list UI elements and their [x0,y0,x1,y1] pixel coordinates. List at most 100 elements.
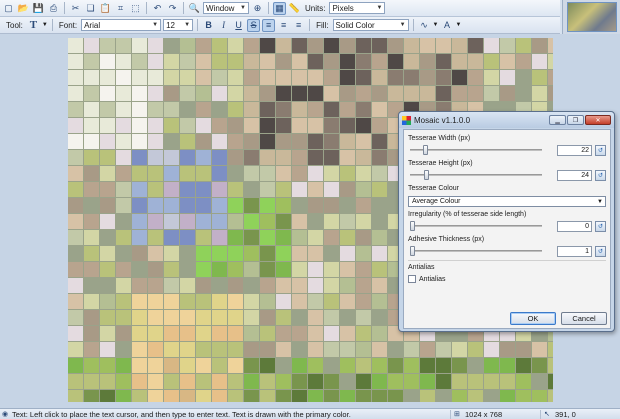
image-thumbnail[interactable] [567,2,617,32]
zoom-select[interactable]: Window ▼ [203,2,249,14]
mosaic-tile [452,54,467,69]
mosaic-tile [180,118,195,133]
mosaic-tile [372,134,387,149]
mosaic-tile [292,214,307,229]
mosaic-tile [260,54,275,69]
tesserae-height-slider[interactable] [410,170,542,180]
mosaic-tile [68,54,83,69]
mosaic-tile [84,310,99,325]
reset-icon[interactable]: ↺ [595,144,606,156]
mosaic-tile [68,86,83,101]
mosaic-tile [276,374,291,389]
close-button[interactable]: ✕ [585,115,611,125]
mosaic-tile [116,310,131,325]
bold-button[interactable]: B [202,19,215,32]
mosaic-tile [404,342,419,357]
chevron-down-icon[interactable]: ▼ [456,22,462,28]
cancel-button[interactable]: Cancel [561,312,607,325]
mosaic-tile [276,134,291,149]
zoom-icon[interactable]: 🔍 [188,2,201,15]
mosaic-tile [116,294,131,309]
chevron-down-icon[interactable]: ▼ [42,22,48,28]
antialias-checkbox[interactable] [408,275,416,283]
mosaic-tile [260,230,275,245]
mosaic-tile [84,38,99,53]
status-message: Text: Left click to place the text curso… [12,409,351,419]
tesserae-width-slider[interactable] [410,145,542,155]
restore-button[interactable]: ❐ [567,115,584,125]
irregularity-input[interactable]: 0 [557,220,592,232]
mosaic-tile [260,102,275,117]
cut-icon[interactable]: ✂ [69,2,82,15]
zoom-in-icon[interactable]: ⊕ [251,2,264,15]
mosaic-tile [276,246,291,261]
mosaic-tile [116,342,131,357]
tesserae-colour-select[interactable]: Average Colour ▼ [408,196,606,207]
mosaic-tile [100,374,115,389]
mosaic-tile [308,230,323,245]
mosaic-tile [260,358,275,373]
slider-thumb[interactable] [410,246,415,256]
font-size-select[interactable]: 12 ▼ [163,19,194,31]
blend-mode-icon[interactable]: A [441,19,454,32]
mosaic-tile [276,310,291,325]
reset-icon[interactable]: ↺ [595,245,606,257]
mosaic-tile [212,326,227,341]
align-left-icon[interactable]: ≡ [262,18,276,32]
minimize-button[interactable]: ▁ [549,115,566,125]
reset-icon[interactable]: ↺ [595,169,606,181]
mosaic-tile [500,54,515,69]
ruler-icon[interactable]: 📏 [288,2,301,15]
undo-icon[interactable]: ↶ [151,2,164,15]
mosaic-tile [100,310,115,325]
mosaic-tile [180,134,195,149]
mosaic-tile [164,150,179,165]
mosaic-tile [356,294,371,309]
adhesive-thickness-slider[interactable] [410,246,542,256]
align-right-icon[interactable]: ≡ [292,19,305,32]
chevron-down-icon[interactable]: ▼ [433,22,439,28]
italic-button[interactable]: I [217,19,230,32]
deselect-icon[interactable]: ⬚ [129,2,142,15]
mosaic-tile [308,134,323,149]
new-icon[interactable]: ▢ [2,2,15,15]
mosaic-tile [100,262,115,277]
mosaic-tile [292,70,307,85]
fill-select[interactable]: Solid Color ▼ [332,19,409,31]
align-center-icon[interactable]: ≡ [277,19,290,32]
text-tool-icon[interactable]: T [27,19,40,32]
mosaic-tile [276,102,291,117]
grid-icon[interactable]: ▦ [273,1,286,15]
print-icon[interactable]: ⎙ [47,2,60,15]
reset-icon[interactable]: ↺ [595,220,606,232]
mosaic-tile [340,70,355,85]
mosaic-tile [196,150,211,165]
dialog-titlebar[interactable]: Mosaic v1.1.0.0 ▁ ❐ ✕ [399,112,614,128]
redo-icon[interactable]: ↷ [166,2,179,15]
underline-button[interactable]: U [232,19,245,32]
plugin-logo-icon [402,115,411,125]
strikethrough-button[interactable]: S [247,18,261,32]
irregularity-slider[interactable] [410,221,542,231]
slider-thumb[interactable] [422,145,428,155]
open-icon[interactable]: 📂 [17,2,30,15]
mosaic-tile [116,374,131,389]
antialiasing-icon[interactable]: ∿ [418,19,431,32]
font-select[interactable]: Arial ▼ [81,19,162,31]
slider-thumb[interactable] [423,170,429,180]
mosaic-tile [516,390,531,402]
mosaic-tile [100,102,115,117]
ok-button[interactable]: OK [510,312,556,325]
crop-icon[interactable]: ⌗ [114,2,127,15]
units-select[interactable]: Pixels ▼ [329,2,386,14]
tesserae-width-input[interactable]: 22 [557,144,592,156]
copy-icon[interactable]: ❏ [84,2,97,15]
mosaic-tile [84,214,99,229]
tesserae-height-input[interactable]: 24 [557,169,592,181]
mosaic-tile [244,390,259,402]
paste-icon[interactable]: 📋 [99,2,112,15]
adhesive-thickness-input[interactable]: 1 [557,245,592,257]
save-icon[interactable]: 💾 [32,2,45,15]
mosaic-tile [324,262,339,277]
slider-thumb[interactable] [410,221,415,231]
